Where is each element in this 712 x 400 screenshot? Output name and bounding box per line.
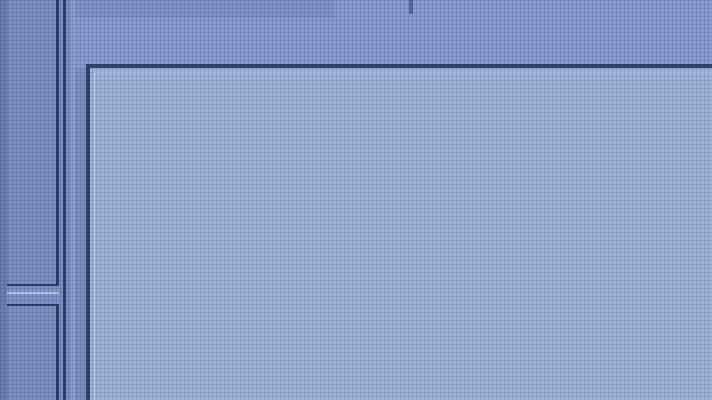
left-sidebar <box>0 0 75 400</box>
sidebar-divider-1[interactable] <box>56 0 59 400</box>
content-area[interactable] <box>94 72 712 400</box>
screen <box>0 0 712 400</box>
sidebar-divider-2[interactable] <box>63 0 66 400</box>
top-tab-edge <box>409 0 413 14</box>
sidebar-scroll-handle[interactable] <box>7 284 59 306</box>
sidebar-edge <box>0 0 8 400</box>
top-toolbar <box>75 0 712 64</box>
main-content-window[interactable] <box>86 64 712 400</box>
